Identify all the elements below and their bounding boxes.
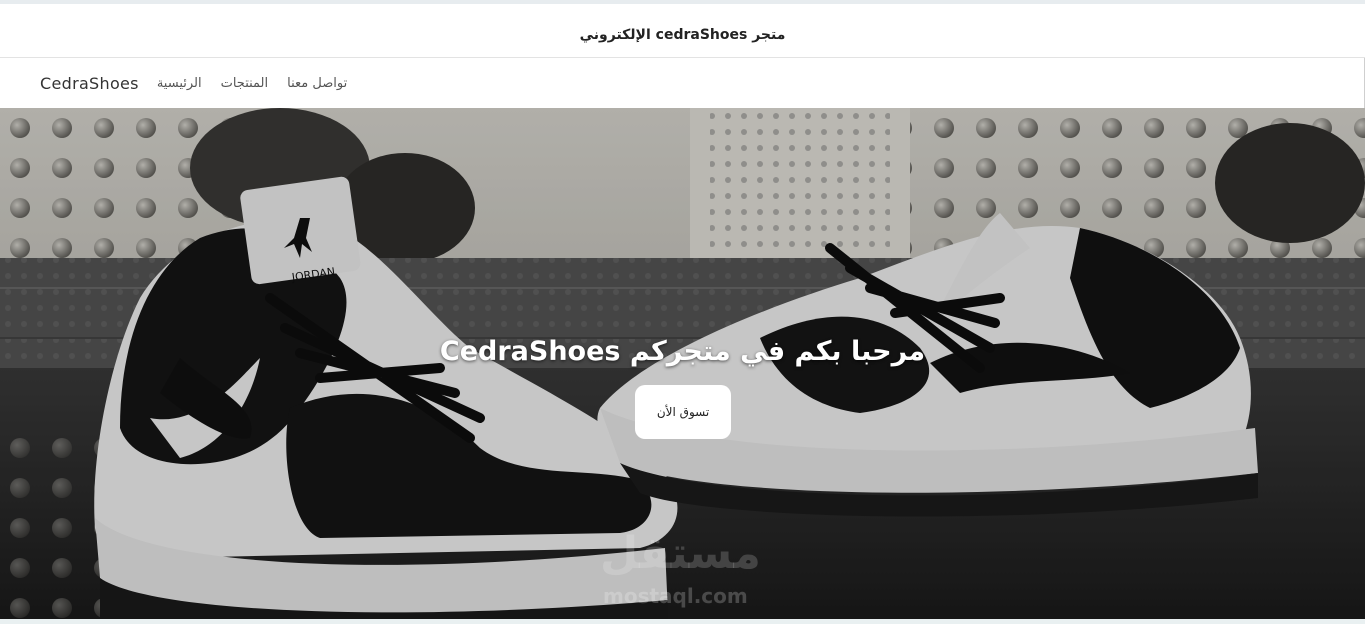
watermark-logo-arabic: مستقل (600, 528, 761, 579)
nav-link-contact[interactable]: تواصل معنا (287, 76, 347, 91)
announcement-bar: متجر cedraShoes الإلكتروني (0, 12, 1365, 58)
nav-link-home[interactable]: الرئيسية (157, 76, 202, 91)
nav-link-products[interactable]: المنتجات (221, 76, 269, 91)
hero-banner: JORDAN مرحبا بكم في متجركم CedraShoes تس… (0, 108, 1365, 619)
navbar: CedraShoes الرئيسية المنتجات تواصل معنا (0, 58, 1365, 108)
shop-now-button[interactable]: تسوق الأن (635, 385, 731, 439)
page: متجر cedraShoes الإلكتروني CedraShoes ال… (0, 0, 1365, 624)
announcement-text: متجر cedraShoes الإلكتروني (579, 26, 786, 43)
hero-title: مرحبا بكم في متجركم CedraShoes (439, 336, 926, 367)
watermark-logo-url: mostaql.com (603, 584, 748, 608)
brand-logo[interactable]: CedraShoes (40, 74, 139, 93)
